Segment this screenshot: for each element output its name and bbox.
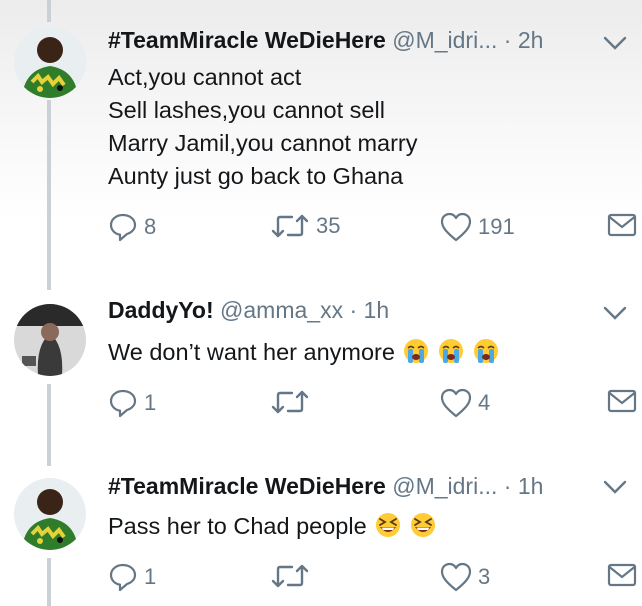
tweet[interactable]: #TeamMiracle WeDieHere @M_idri... · 2h A…	[0, 0, 642, 270]
retweet-button[interactable]	[270, 388, 316, 416]
tweet-text: We don’t want her anymore	[108, 336, 499, 369]
tweet-text-line: Pass her to Chad people	[108, 510, 436, 543]
timestamp[interactable]: 1h	[364, 297, 390, 323]
loudly-crying-face-emoji	[404, 339, 429, 363]
like-count: 4	[478, 390, 491, 415]
tweet-text: Act,you cannot act Sell lashes,you canno…	[108, 61, 418, 193]
retweet-icon	[271, 214, 309, 238]
avatar[interactable]	[14, 26, 86, 98]
like-count: 3	[478, 564, 491, 589]
retweet-icon	[271, 390, 309, 414]
reply-icon	[109, 213, 137, 242]
tweet-header: #TeamMiracle WeDieHere @M_idri... · 2h	[108, 27, 582, 57]
tweet-text-line: Aunty just go back to Ghana	[108, 163, 404, 189]
like-button[interactable]: 4	[440, 388, 490, 418]
display-name[interactable]: DaddyYo!	[108, 297, 214, 323]
handle[interactable]: @M_idri...	[392, 473, 497, 499]
avatar[interactable]	[14, 478, 86, 550]
display-name[interactable]: #TeamMiracle WeDieHere	[108, 473, 386, 499]
message-icon	[607, 213, 637, 237]
tweet-text-line: Act,you cannot act	[108, 64, 302, 90]
separator-dot: ·	[349, 297, 358, 323]
like-button[interactable]: 3	[440, 562, 490, 592]
tweet-text: Pass her to Chad people	[108, 510, 436, 543]
reply-button[interactable]: 1	[108, 562, 156, 592]
tweet-text-line: Marry Jamil,you cannot marry	[108, 130, 418, 156]
timestamp[interactable]: 1h	[518, 473, 544, 499]
separator-dot: ·	[503, 473, 512, 499]
grinning-squinting-face-emoji	[410, 513, 435, 537]
direct-message-button[interactable]	[607, 388, 637, 414]
avatar[interactable]	[14, 304, 86, 376]
loudly-crying-face-emoji	[473, 339, 498, 363]
like-count: 191	[478, 214, 515, 239]
timestamp[interactable]: 2h	[518, 27, 544, 53]
reply-count: 1	[144, 390, 157, 415]
reply-button[interactable]: 1	[108, 388, 156, 418]
retweet-button[interactable]: 35	[270, 212, 340, 240]
handle[interactable]: @amma_xx	[220, 297, 343, 323]
separator-dot: ·	[503, 27, 512, 53]
retweet-count: 35	[316, 213, 341, 238]
tweet-text-line: Sell lashes,you cannot sell	[108, 97, 385, 123]
display-name[interactable]: #TeamMiracle WeDieHere	[108, 27, 386, 53]
reply-icon	[109, 389, 137, 418]
message-icon	[607, 563, 637, 587]
tweet-text-content: Pass her to Chad people	[108, 513, 367, 539]
handle[interactable]: @M_idri...	[392, 27, 497, 53]
chevron-down-icon[interactable]	[602, 30, 628, 56]
tweet-actions: 8 35 191	[0, 212, 642, 244]
reply-button[interactable]: 8	[108, 212, 156, 242]
tweet-text-line: We don’t want her anymore	[108, 336, 499, 369]
like-icon	[440, 388, 472, 418]
like-button[interactable]: 191	[440, 212, 515, 242]
loudly-crying-face-emoji	[439, 339, 463, 363]
tweet-actions: 1 3	[0, 562, 642, 594]
chevron-down-icon[interactable]	[602, 300, 628, 326]
tweet[interactable]: DaddyYo! @amma_xx · 1h We don’t want her…	[0, 270, 642, 450]
tweet-header: DaddyYo! @amma_xx · 1h	[108, 297, 582, 327]
direct-message-button[interactable]	[607, 562, 637, 588]
message-icon	[607, 389, 637, 413]
retweet-icon	[271, 564, 309, 588]
chevron-down-icon[interactable]	[602, 474, 628, 500]
grinning-squinting-face-emoji	[376, 513, 401, 537]
direct-message-button[interactable]	[607, 212, 637, 238]
like-icon	[440, 562, 472, 592]
retweet-button[interactable]	[270, 562, 316, 590]
tweet-text-content: We don’t want her anymore	[108, 339, 395, 365]
reply-count: 8	[144, 214, 157, 239]
tweet-header: #TeamMiracle WeDieHere @M_idri... · 1h	[108, 473, 582, 503]
tweet-actions: 1 4	[0, 388, 642, 420]
reply-icon	[109, 563, 137, 592]
reply-count: 1	[144, 564, 157, 589]
tweet[interactable]: #TeamMiracle WeDieHere @M_idri... · 1h P…	[0, 450, 642, 606]
like-icon	[440, 212, 472, 242]
